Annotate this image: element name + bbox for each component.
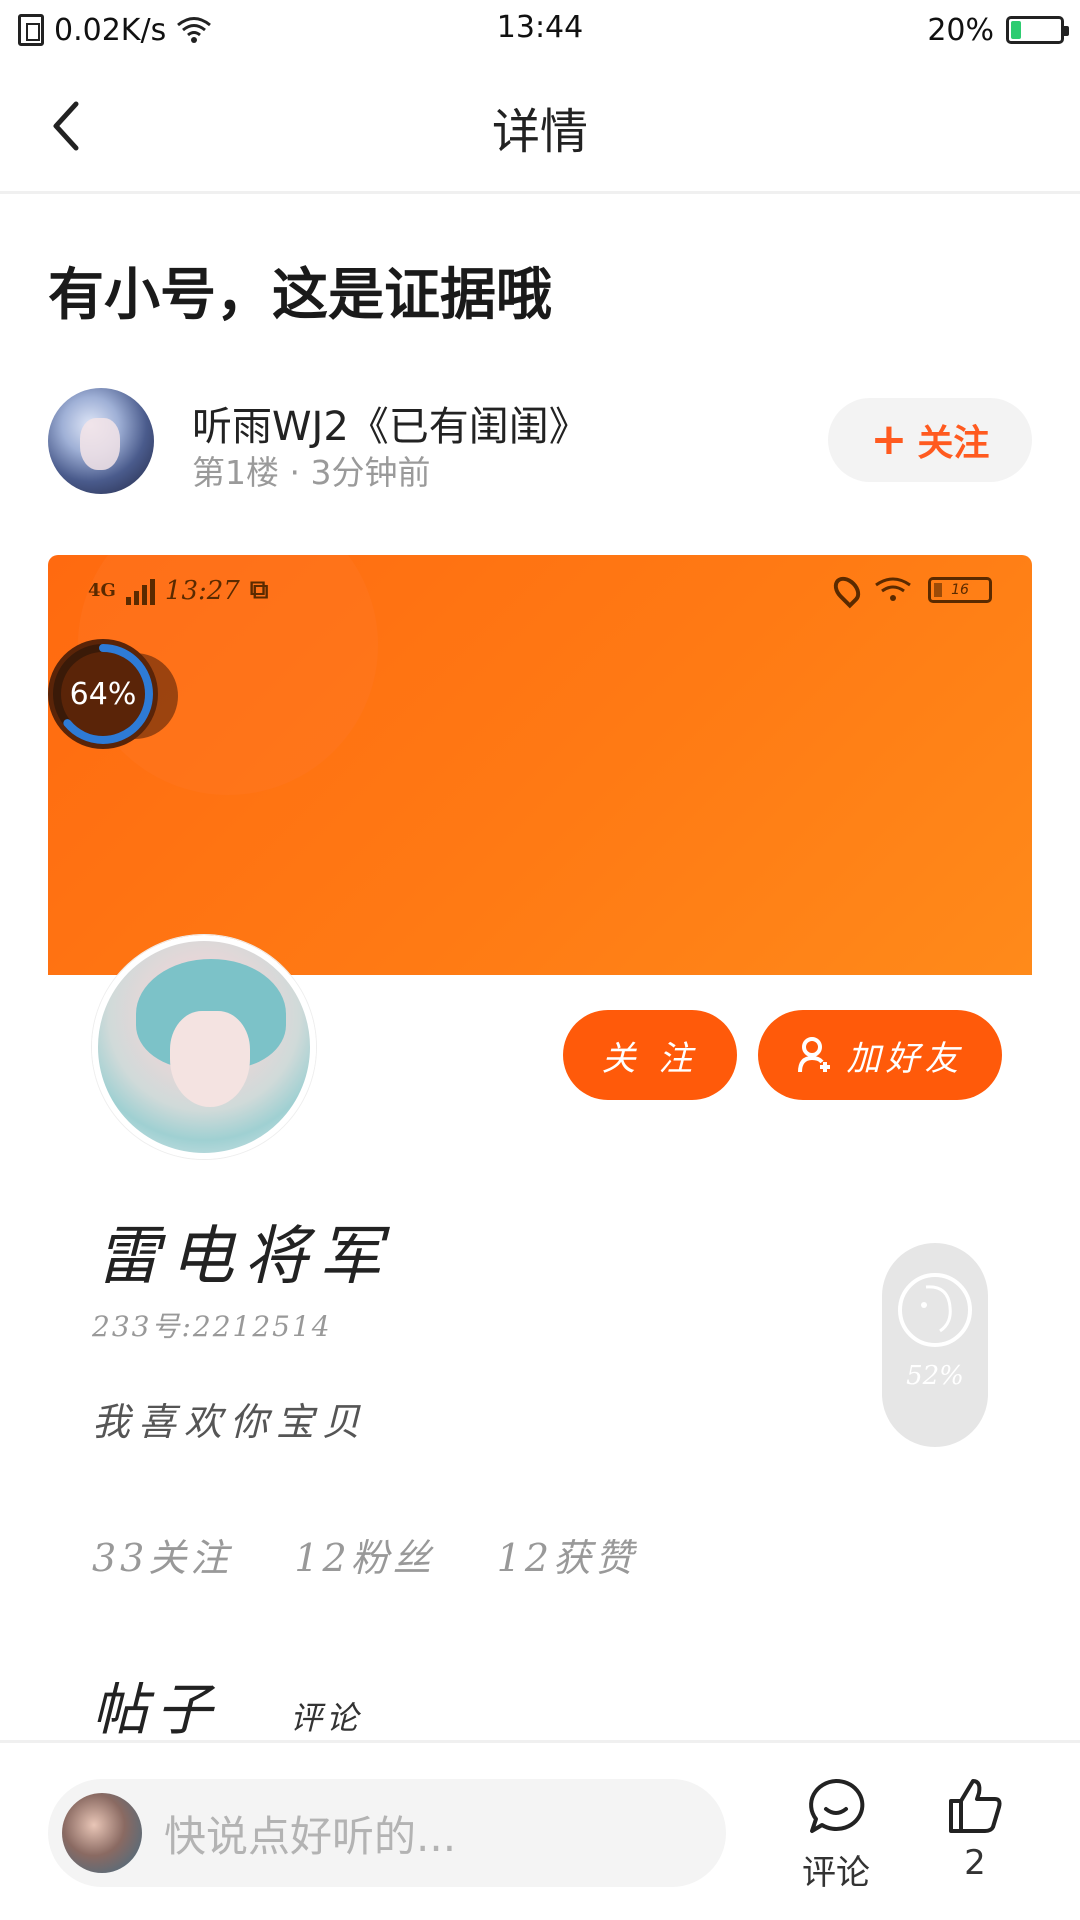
battery-fill	[1011, 21, 1021, 39]
profile-stats: 33关注 12粉丝 12获赞	[92, 1527, 637, 1582]
image-time: 13:27	[164, 575, 240, 606]
comment-bubble-icon	[806, 1777, 866, 1841]
screen: 0.02K/s 13:44 20% 详情 有小号，这是证据哦 听雨WJ2《已有闺…	[0, 0, 1080, 1920]
comment-button[interactable]: 评论	[796, 1777, 876, 1894]
screenshot-icon: ⧉	[249, 575, 269, 605]
like-count: 2	[964, 1843, 986, 1883]
stat-following: 33关注	[92, 1536, 233, 1580]
post-title: 有小号，这是证据哦	[48, 263, 552, 328]
comment-label: 评论	[802, 1853, 870, 1893]
post-image[interactable]: 4G 13:27 ⧉ 16 64% 关 注 加好友 雷电将军 233号:2212…	[48, 555, 1032, 1735]
like-button[interactable]: 2	[940, 1777, 1010, 1883]
author-name[interactable]: 听雨WJ2《已有闺闺》	[192, 394, 589, 452]
image-add-friend-label: 加好友	[846, 1038, 964, 1079]
profile-uid: 233号:2212514	[92, 1310, 332, 1343]
profile-tabs: 帖子 评论	[92, 1665, 362, 1735]
floating-widget: 52%	[882, 1243, 988, 1447]
profile-nickname: 雷电将军	[96, 1220, 392, 1294]
my-avatar	[62, 1793, 142, 1873]
profile-banner: 4G 13:27 ⧉ 16	[48, 555, 1032, 975]
profile-bio: 我喜欢你宝贝	[92, 1400, 369, 1444]
battery-charging-icon	[1006, 16, 1069, 44]
status-time: 13:44	[496, 10, 584, 45]
bottom-bar: 快说点好听的... 评论 2	[0, 1740, 1080, 1920]
status-right: 20%	[927, 10, 1069, 50]
image-status-left: 4G 13:27 ⧉	[88, 575, 268, 606]
face-profile-icon	[898, 1273, 972, 1347]
stat-fans: 12粉丝	[294, 1536, 435, 1580]
image-network: 4G	[88, 580, 116, 601]
battery-icon: 16	[928, 577, 992, 603]
author-meta: 第1楼 · 3分钟前	[192, 453, 431, 492]
image-add-friend-button: 加好友	[758, 1010, 1002, 1100]
page-title: 详情	[491, 104, 588, 160]
image-status-right: 16	[828, 571, 992, 609]
author-avatar[interactable]	[48, 388, 154, 494]
progress-label: 64%	[69, 676, 137, 712]
comment-input[interactable]: 快说点好听的...	[48, 1779, 726, 1887]
tab-posts: 帖子	[92, 1678, 220, 1735]
nav-bar: 详情	[0, 60, 1080, 194]
comment-placeholder: 快说点好听的...	[164, 1811, 457, 1861]
progress-ring: 64%	[48, 639, 158, 749]
stat-likes: 12获赞	[496, 1536, 638, 1580]
status-bar: 0.02K/s 13:44 20%	[0, 0, 1080, 58]
image-follow-button: 关 注	[563, 1010, 737, 1100]
user-plus-icon	[797, 1036, 833, 1074]
profile-avatar	[92, 935, 316, 1159]
plus-icon: +	[870, 414, 908, 465]
image-battery-text: 16	[951, 582, 969, 598]
location-pin-icon	[828, 571, 866, 609]
widget-label: 52%	[906, 1361, 964, 1391]
thumbs-up-icon	[947, 1777, 1003, 1839]
tab-comments: 评论	[290, 1699, 363, 1735]
wifi-icon	[874, 577, 912, 603]
battery-percent: 20%	[927, 12, 994, 48]
image-follow-label: 关 注	[601, 1038, 699, 1079]
follow-button[interactable]: + 关注	[828, 398, 1032, 482]
follow-label: 关注	[917, 423, 990, 464]
signal-icon	[125, 577, 155, 605]
